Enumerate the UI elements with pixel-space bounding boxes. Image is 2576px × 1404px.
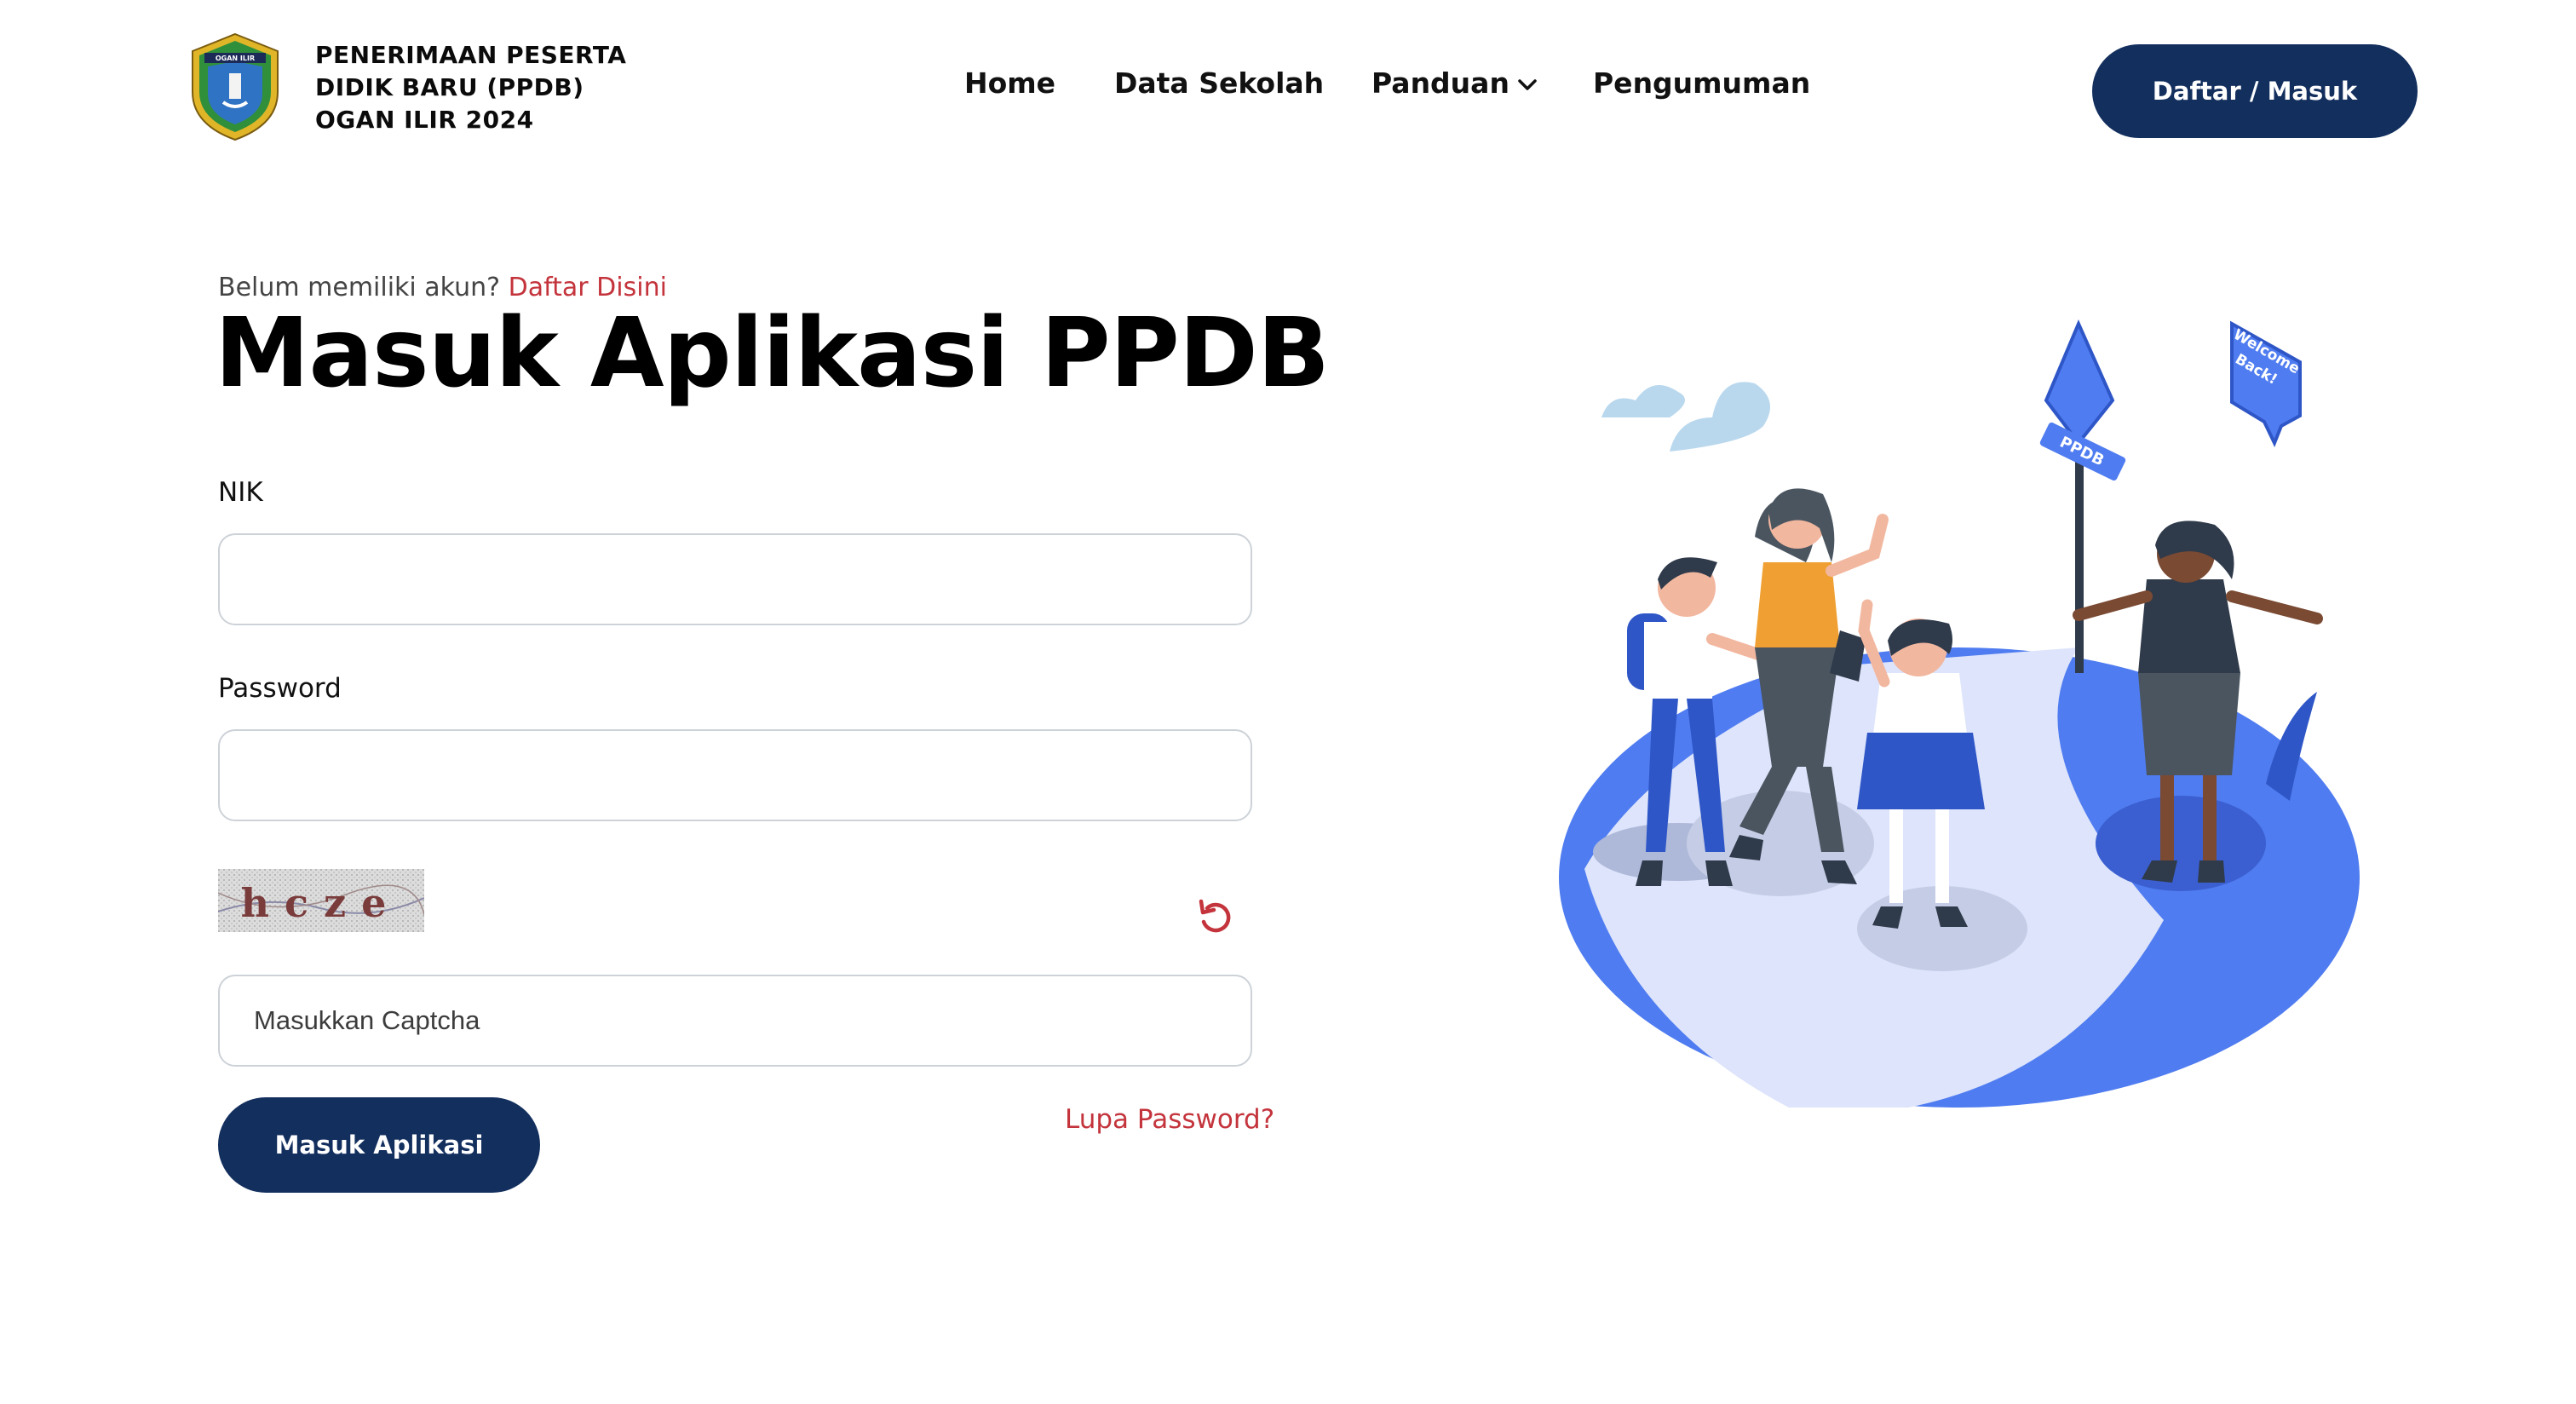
password-label: Password [218, 673, 342, 704]
password-input[interactable] [218, 729, 1252, 821]
site-title-line-1: PENERIMAAN PESERTA [315, 41, 627, 69]
chevron-down-icon [1518, 78, 1537, 90]
nav-panduan-label: Panduan [1371, 66, 1509, 100]
captcha-input[interactable] [218, 975, 1252, 1067]
svg-text:hcze: hcze [241, 880, 402, 926]
masuk-aplikasi-button[interactable]: Masuk Aplikasi [218, 1097, 540, 1193]
forgot-password-link[interactable]: Lupa Password? [1065, 1104, 1274, 1135]
site-title-line-2: DIDIK BARU (PPDB) [315, 73, 584, 101]
cloud [1601, 385, 1685, 417]
refresh-icon[interactable] [1196, 898, 1235, 937]
nav-data-sekolah[interactable]: Data Sekolah [1114, 66, 1324, 100]
svg-text:OGAN ILIR: OGAN ILIR [216, 55, 255, 62]
nik-input[interactable] [218, 533, 1252, 625]
captcha-image: hcze [218, 869, 424, 932]
cloud [1670, 382, 1770, 452]
welcome-illustration: PPDB Welcome Back! [1559, 319, 2360, 1108]
site-title: PENERIMAAN PESERTA DIDIK BARU (PPDB) OGA… [315, 39, 707, 136]
nik-label: NIK [218, 477, 263, 508]
nav-panduan[interactable]: Panduan [1371, 66, 1537, 100]
nav-home[interactable]: Home [964, 66, 1055, 100]
page-title: Masuk Aplikasi PPDB [215, 298, 1330, 409]
nav-pengumuman[interactable]: Pengumuman [1593, 66, 1810, 100]
daftar-masuk-button[interactable]: Daftar / Masuk [2092, 44, 2418, 138]
ogan-ilir-logo: OGAN ILIR [192, 32, 279, 141]
site-title-line-3: OGAN ILIR 2024 [315, 106, 534, 134]
